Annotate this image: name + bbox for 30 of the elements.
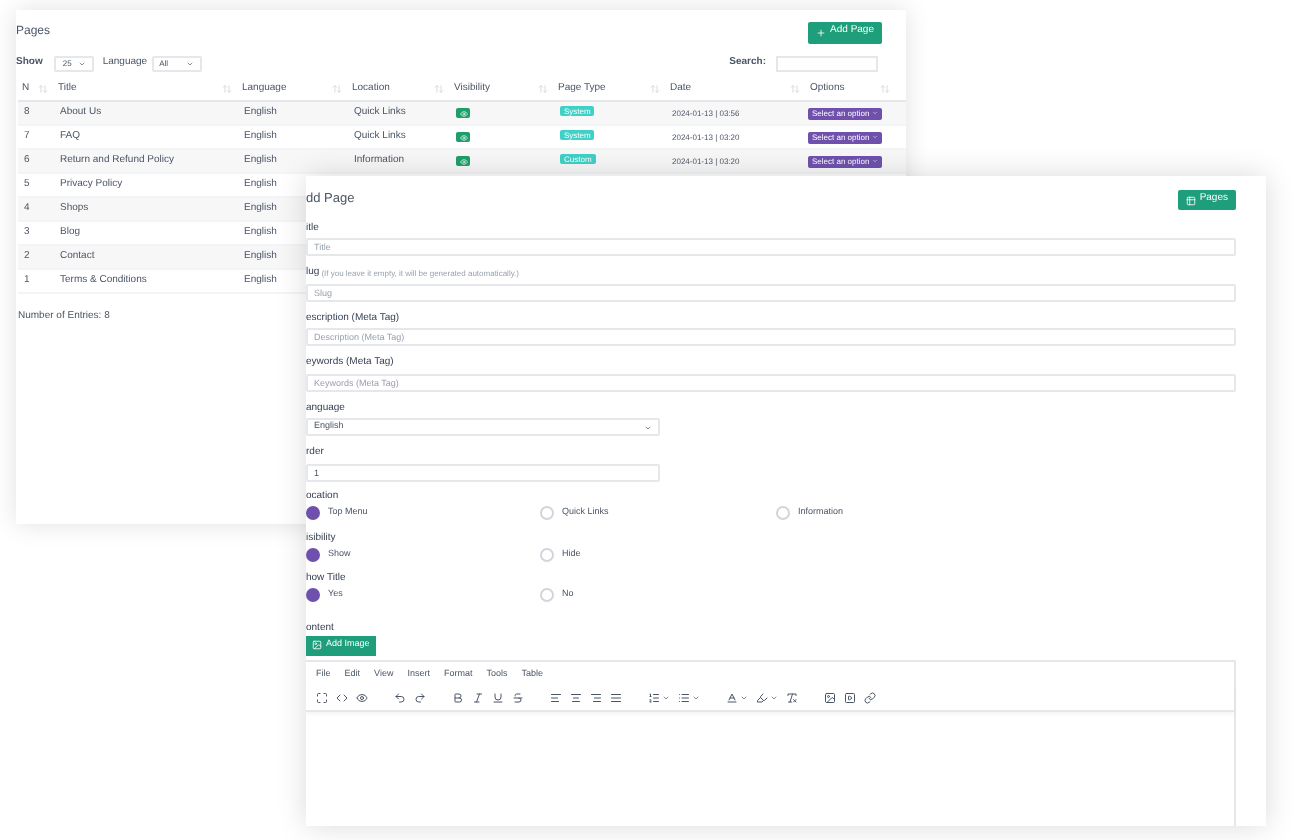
clear-format-icon[interactable]: [786, 691, 798, 703]
bold-icon[interactable]: [452, 691, 464, 703]
align-justify-icon[interactable]: [610, 691, 622, 703]
bullet-list-icon[interactable]: [678, 691, 690, 703]
image-icon: [312, 640, 322, 650]
redo-icon[interactable]: [414, 691, 426, 703]
image-icon[interactable]: [824, 691, 836, 703]
strikethrough-icon[interactable]: [512, 691, 524, 703]
italic-icon[interactable]: [472, 691, 484, 703]
search-field[interactable]: [776, 56, 878, 72]
align-left-icon[interactable]: [550, 691, 562, 703]
link-icon[interactable]: [864, 691, 876, 703]
radio-button[interactable]: [306, 506, 320, 520]
undo-icon[interactable]: [394, 691, 406, 703]
visibility-icon: [456, 156, 470, 166]
numbered-list-icon[interactable]: [648, 691, 660, 703]
radio-button[interactable]: [306, 547, 320, 561]
video-icon[interactable]: [844, 691, 856, 703]
table-icon: [1185, 195, 1196, 205]
code-icon[interactable]: [336, 691, 348, 703]
underline-icon[interactable]: [492, 691, 504, 703]
align-right-icon[interactable]: [590, 691, 602, 703]
text-color-icon[interactable]: [726, 691, 738, 703]
highlighter-icon[interactable]: [756, 691, 768, 703]
eye-icon[interactable]: [356, 691, 368, 703]
align-center-icon[interactable]: [570, 691, 582, 703]
visibility-icon: [456, 108, 470, 118]
visibility-icon: [456, 132, 470, 142]
plus-icon: [816, 27, 827, 37]
radio-button[interactable]: [306, 588, 320, 602]
